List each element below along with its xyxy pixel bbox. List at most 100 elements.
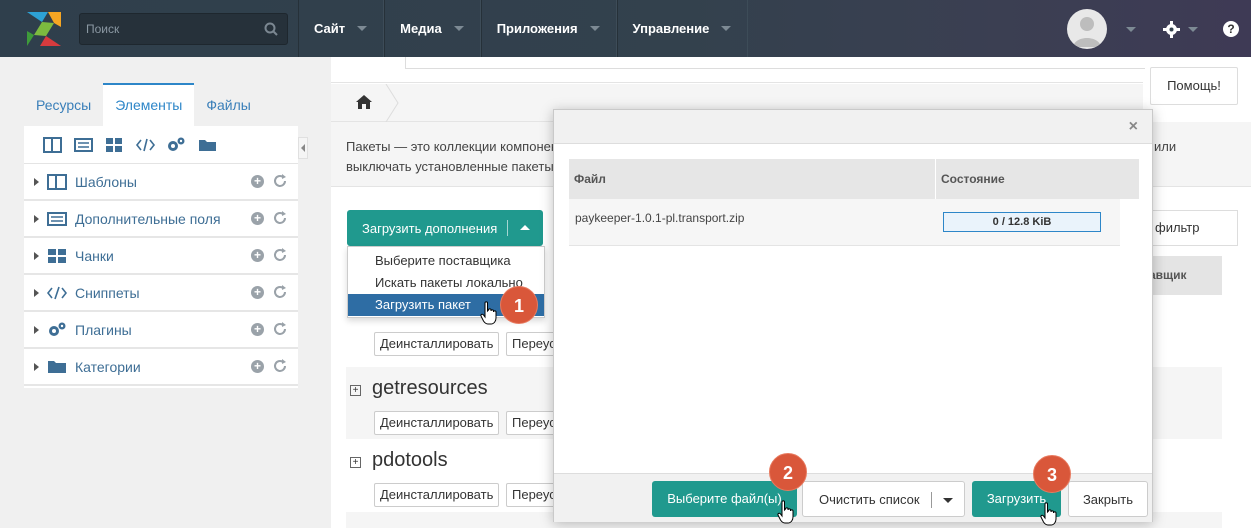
chevron-up-icon[interactable] <box>520 225 530 230</box>
chevron-down-icon <box>589 26 600 31</box>
close-icon[interactable]: × <box>1129 118 1138 136</box>
chunk-icon <box>48 248 66 263</box>
tree-item-label: Шаблоны <box>75 173 137 190</box>
tree-item-plugins[interactable]: Плагины + <box>24 312 298 349</box>
uninstall-button[interactable]: Деинсталлировать <box>374 332 500 356</box>
home-icon[interactable] <box>355 94 373 110</box>
tree-toolbar <box>24 126 298 164</box>
add-icon[interactable]: + <box>251 175 264 188</box>
gear-icon[interactable] <box>1163 21 1180 38</box>
column-header-status: Состояние <box>941 172 1005 186</box>
add-icon[interactable]: + <box>251 212 264 225</box>
tree-item-chunks[interactable]: Чанки + <box>24 238 298 275</box>
plugin-icon[interactable] <box>166 136 187 154</box>
plugin-icon <box>49 322 66 336</box>
user-avatar[interactable] <box>1067 9 1107 49</box>
tv-icon[interactable] <box>73 136 94 154</box>
tree-item-label: Сниппеты <box>75 284 140 301</box>
refresh-icon[interactable] <box>273 174 287 188</box>
template-icon <box>47 173 67 190</box>
add-icon[interactable]: + <box>251 360 264 373</box>
add-icon[interactable]: + <box>251 323 264 336</box>
search-input[interactable] <box>80 14 287 44</box>
menu-manage-label: Управление <box>632 21 710 36</box>
upload-addons-label: Загрузить дополнения <box>362 220 498 236</box>
uninstall-button[interactable]: Деинсталлировать <box>374 411 500 435</box>
add-icon[interactable]: + <box>251 286 264 299</box>
collapse-panel-handle[interactable] <box>298 137 308 159</box>
menu-item-choose-provider[interactable]: Выберите поставщика <box>348 250 544 272</box>
tree-item-tvs[interactable]: Дополнительные поля + <box>24 201 298 238</box>
hand-cursor-icon <box>1040 502 1057 526</box>
upload-addons-button[interactable]: Загрузить дополнения <box>347 210 543 246</box>
clear-list-button[interactable]: Очистить список <box>802 481 965 517</box>
expand-icon[interactable]: + <box>350 385 361 396</box>
refresh-icon[interactable] <box>273 248 287 262</box>
menu-manage[interactable]: Управление <box>616 0 749 57</box>
menu-media[interactable]: Медиа <box>384 0 481 57</box>
chevron-down-icon[interactable] <box>1126 27 1136 32</box>
tree-item-label: Плагины <box>75 321 132 338</box>
help-icon[interactable]: ? <box>1223 21 1239 37</box>
help-button[interactable]: Помощь! <box>1150 67 1238 105</box>
uninstall-button[interactable]: Деинсталлировать <box>374 483 500 507</box>
refresh-icon[interactable] <box>273 359 287 373</box>
tab-elements[interactable]: Элементы <box>103 83 195 126</box>
menu-apps[interactable]: Приложения <box>480 0 617 57</box>
expand-arrow-icon[interactable] <box>34 251 39 260</box>
tab-resources[interactable]: Ресурсы <box>24 83 103 126</box>
search-box[interactable] <box>79 13 288 45</box>
tree-item-categories[interactable]: Категории + <box>24 349 298 386</box>
tree-item-label: Чанки <box>75 247 114 264</box>
package-name: getresources <box>372 377 488 399</box>
filter-button[interactable]: фильтр <box>1142 210 1238 246</box>
expand-arrow-icon[interactable] <box>34 177 39 186</box>
menu-site[interactable]: Сайт <box>298 0 385 57</box>
expand-arrow-icon[interactable] <box>34 362 39 371</box>
step-badge-2: 2 <box>769 453 807 491</box>
menu-site-label: Сайт <box>314 21 346 36</box>
hand-cursor-icon <box>777 500 794 524</box>
tree-item-templates[interactable]: Шаблоны + <box>24 164 298 201</box>
chevron-down-icon[interactable] <box>1188 27 1198 32</box>
reinstall-button[interactable]: Переус <box>506 483 556 507</box>
folder-icon <box>48 360 66 373</box>
package-name: pdotools <box>372 449 448 471</box>
expand-icon[interactable]: + <box>350 457 361 468</box>
main-menu: Сайт Медиа Приложения Управление <box>298 0 749 57</box>
chunk-icon[interactable] <box>104 136 125 154</box>
refresh-icon[interactable] <box>273 285 287 299</box>
left-tabs: Ресурсы Элементы Файлы <box>24 83 263 126</box>
refresh-icon[interactable] <box>273 211 287 225</box>
expand-arrow-icon[interactable] <box>34 288 39 297</box>
menu-media-label: Медиа <box>400 21 442 36</box>
chevron-down-icon[interactable] <box>943 498 953 503</box>
reinstall-button[interactable]: Переус <box>506 332 556 356</box>
modx-logo[interactable] <box>24 9 64 49</box>
refresh-icon[interactable] <box>273 322 287 336</box>
file-name: paykeeper-1.0.1-pl.transport.zip <box>575 211 745 225</box>
tree-item-snippets[interactable]: Сниппеты + <box>24 275 298 312</box>
expand-arrow-icon[interactable] <box>34 325 39 334</box>
close-button[interactable]: Закрыть <box>1068 481 1148 517</box>
elements-tree: Шаблоны + Дополнительные поля + Чанки + … <box>24 126 298 388</box>
snippet-icon <box>47 286 67 299</box>
top-navbar: Сайт Медиа Приложения Управление ? <box>0 0 1251 57</box>
user-icon <box>1073 17 1101 47</box>
button-divider <box>507 220 508 236</box>
template-icon[interactable] <box>42 136 63 154</box>
folder-icon[interactable] <box>197 136 218 154</box>
chevron-down-icon <box>721 26 732 31</box>
tab-files[interactable]: Файлы <box>194 83 262 126</box>
add-icon[interactable]: + <box>251 249 264 262</box>
chevron-down-icon <box>357 26 368 31</box>
clear-list-label: Очистить список <box>819 492 920 507</box>
snippet-icon[interactable] <box>135 136 156 154</box>
upload-progress-bar: 0 / 12.8 KiB <box>943 212 1101 232</box>
breadcrumb-separator-icon <box>385 84 399 122</box>
hand-cursor-icon <box>480 301 497 325</box>
expand-arrow-icon[interactable] <box>34 214 39 223</box>
search-icon[interactable] <box>264 22 278 36</box>
column-header-provider: авщик <box>1142 256 1222 295</box>
reinstall-button[interactable]: Переус <box>506 411 556 435</box>
